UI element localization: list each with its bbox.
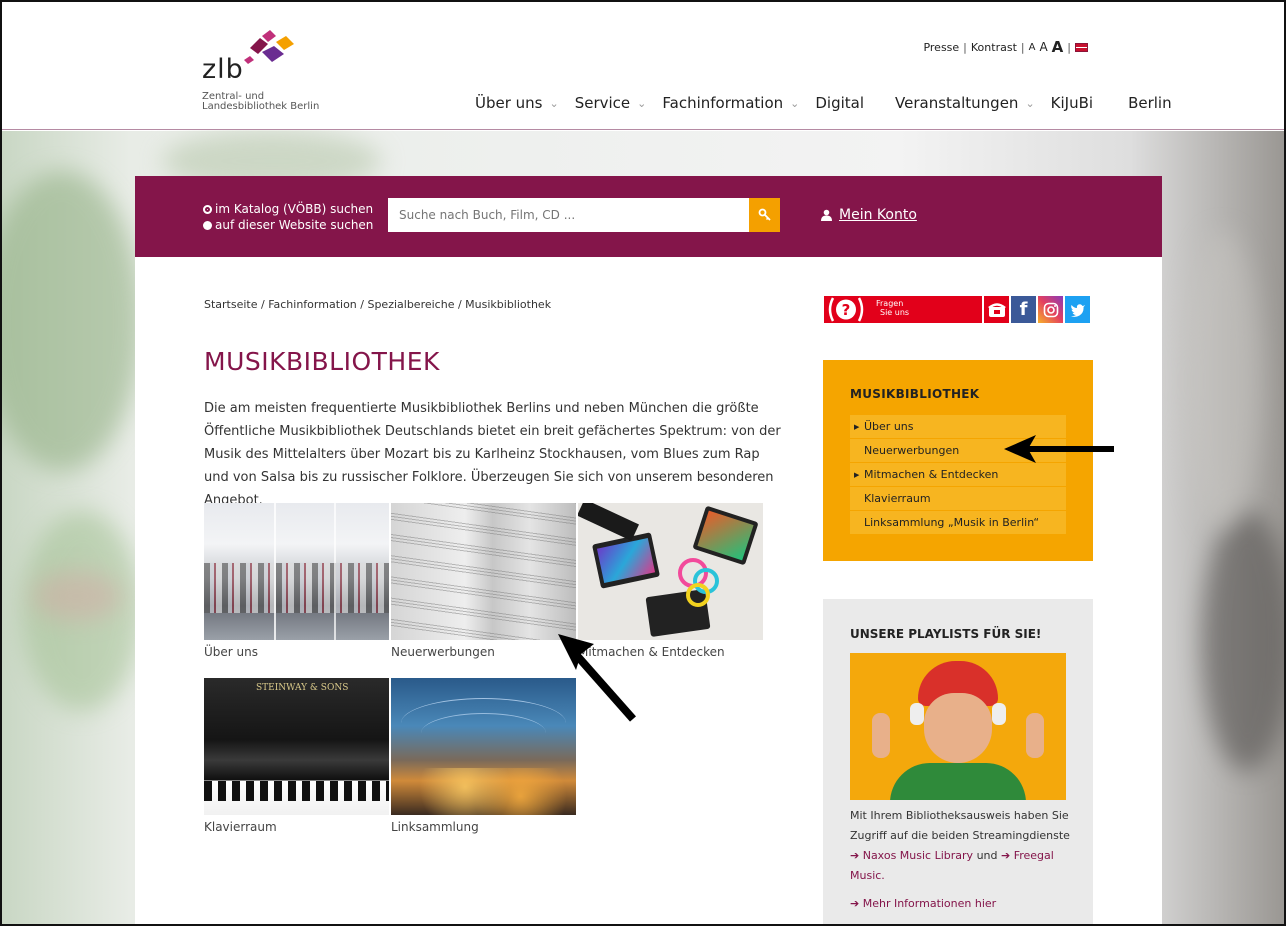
tile-caption: Linksammlung: [391, 820, 479, 834]
user-icon: [821, 209, 832, 221]
logo-mark-icon: [244, 30, 294, 64]
tile-caption: Neuerwerbungen: [391, 645, 495, 659]
logo-subtitle: Zentral- und Landesbibliothek Berlin: [202, 91, 320, 112]
tile-mitmachen[interactable]: Mitmachen & Entdecken: [578, 503, 763, 659]
section-menu-title: MUSIKBIBLIOTHEK: [850, 387, 980, 401]
menu-item-klavierraum[interactable]: Klavierraum: [850, 487, 1066, 511]
nav-item-ueber-uns[interactable]: Über uns ⌄: [475, 94, 559, 112]
site-header: zlb Zentral- und Landesbibliothek Berlin…: [2, 2, 1284, 130]
search-button[interactable]: [749, 198, 780, 232]
phone-icon[interactable]: [984, 296, 1009, 323]
menu-item-neuerwerbungen[interactable]: Neuerwerbungen: [850, 439, 1066, 463]
svg-text:?: ?: [842, 301, 851, 319]
playlist-title: UNSERE PLAYLISTS FÜR SIE!: [850, 627, 1042, 641]
playlist-text: Mit Ihrem Bibliotheksausweis haben Sie Z…: [850, 809, 1070, 882]
tile-neuerwerbungen[interactable]: Neuerwerbungen: [391, 503, 576, 659]
piano-image: STEINWAY & SONS: [204, 678, 389, 815]
main-nav: Über uns ⌄ Service ⌄ Fachinformation ⌄ D…: [475, 94, 1188, 112]
content-card: Startseite / Fachinformation / Spezialbe…: [135, 257, 1162, 924]
chevron-down-icon: ⌄: [1025, 96, 1035, 110]
presse-link[interactable]: Presse: [923, 41, 959, 54]
tablets-cables-image: [578, 503, 763, 640]
search-input[interactable]: [388, 198, 749, 232]
zlb-logo[interactable]: zlb Zentral- und Landesbibliothek Berlin: [202, 30, 342, 120]
nav-item-kijubi[interactable]: KiJuBi: [1051, 94, 1093, 112]
english-flag-icon[interactable]: [1075, 42, 1088, 52]
playlist-box: UNSERE PLAYLISTS FÜR SIE! Mit Ihrem Bibl…: [823, 599, 1093, 924]
fragen-sie-uns-button[interactable]: ? Fragen Sie uns: [824, 296, 982, 323]
city-network-image: [391, 678, 576, 815]
menu-item-mitmachen[interactable]: ▶ Mitmachen & Entdecken: [850, 463, 1066, 487]
nav-item-fachinformation[interactable]: Fachinformation ⌄: [662, 94, 799, 112]
caret-right-icon: ▶: [854, 470, 860, 479]
nav-item-berlin[interactable]: Berlin: [1128, 94, 1172, 112]
naxos-link[interactable]: ➔ Naxos Music Library: [850, 849, 973, 862]
facebook-icon[interactable]: f: [1011, 296, 1036, 323]
breadcrumb[interactable]: Startseite / Fachinformation / Spezialbe…: [204, 298, 551, 311]
chevron-down-icon: ⌄: [549, 96, 559, 110]
tile-klavierraum[interactable]: STEINWAY & SONS Klavierraum: [204, 678, 389, 834]
logo-text: zlb: [202, 54, 244, 85]
account-link[interactable]: Mein Konto: [821, 207, 917, 223]
nav-item-digital[interactable]: Digital: [815, 94, 864, 112]
social-bar: ? Fragen Sie uns f: [824, 296, 1090, 323]
nav-item-veranstaltungen[interactable]: Veranstaltungen ⌄: [895, 94, 1035, 112]
instagram-icon[interactable]: [1038, 296, 1063, 323]
caret-right-icon: ▶: [854, 422, 860, 431]
twitter-icon[interactable]: [1065, 296, 1090, 323]
question-icon: ?: [828, 297, 864, 322]
radio-catalog[interactable]: im Katalog (VÖBB) suchen: [203, 201, 373, 217]
separator: |: [963, 40, 967, 54]
font-size-medium-button[interactable]: A: [1039, 40, 1047, 54]
separator: |: [1020, 40, 1025, 54]
browser-frame: zlb Zentral- und Landesbibliothek Berlin…: [0, 0, 1286, 926]
tile-ueber-uns[interactable]: Über uns: [204, 503, 389, 659]
radio-website[interactable]: auf dieser Website suchen: [203, 217, 373, 233]
page-title: MUSIKBIBLIOTHEK: [204, 347, 440, 376]
radio-unselected-icon[interactable]: [203, 220, 212, 230]
tile-caption: Über uns: [204, 645, 258, 659]
library-hall-image: [204, 503, 389, 640]
steinway-logo: STEINWAY & SONS: [256, 683, 349, 693]
radio-selected-icon[interactable]: [203, 204, 212, 214]
tile-linksammlung[interactable]: Linksammlung: [391, 678, 576, 834]
section-menu: MUSIKBIBLIOTHEK ▶ Über uns Neuerwerbungen…: [823, 360, 1093, 561]
more-info-link[interactable]: ➔ Mehr Informationen hier: [850, 897, 996, 910]
intro-text: Die am meisten frequentierte Musikbiblio…: [204, 401, 781, 508]
utility-links: Presse | Kontrast | A A A |: [923, 38, 1088, 56]
menu-item-ueber-uns[interactable]: ▶ Über uns: [850, 415, 1066, 439]
font-size-large-button[interactable]: A: [1052, 38, 1064, 56]
menu-item-linksammlung[interactable]: Linksammlung „Musik in Berlin“: [850, 511, 1066, 535]
nav-item-service[interactable]: Service ⌄: [575, 94, 647, 112]
search-bar: im Katalog (VÖBB) suchen auf dieser Webs…: [135, 176, 1162, 257]
woman-headphones-image: [850, 653, 1066, 800]
section-menu-list: ▶ Über uns Neuerwerbungen ▶ Mitmachen & En…: [850, 415, 1066, 535]
search-scope-radios: im Katalog (VÖBB) suchen auf dieser Webs…: [203, 201, 373, 233]
font-size-small-button[interactable]: A: [1029, 42, 1036, 53]
key-search-icon: [758, 208, 771, 221]
separator: |: [1067, 40, 1071, 54]
kontrast-link[interactable]: Kontrast: [971, 41, 1017, 54]
sheet-music-image: [391, 503, 576, 640]
tile-caption: Mitmachen & Entdecken: [578, 645, 725, 659]
chevron-down-icon: ⌄: [637, 96, 647, 110]
tile-caption: Klavierraum: [204, 820, 277, 834]
chevron-down-icon: ⌄: [790, 96, 800, 110]
